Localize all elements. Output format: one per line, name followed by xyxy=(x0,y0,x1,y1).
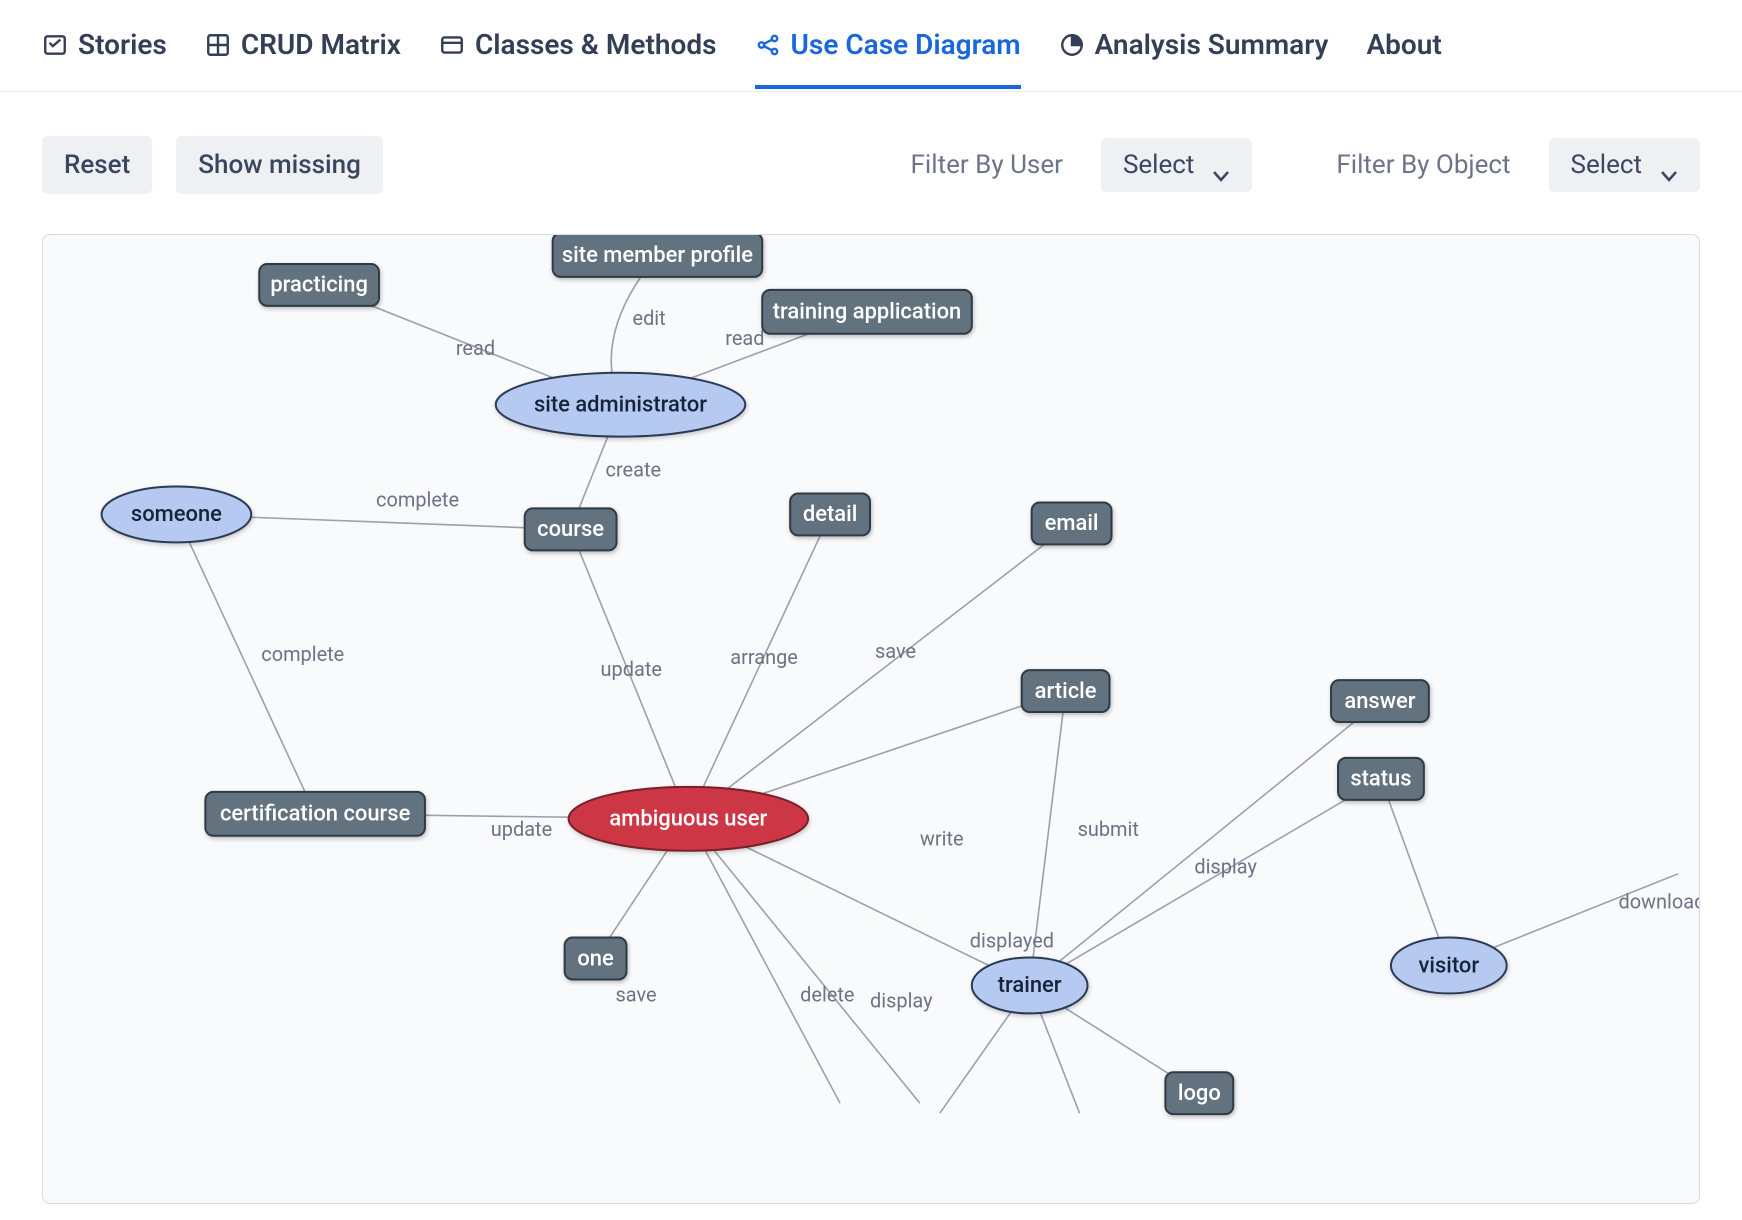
edge-label: read xyxy=(456,336,495,360)
svg-text:training application: training application xyxy=(773,300,962,325)
filter-object-select[interactable]: Select xyxy=(1549,138,1700,192)
object-node-one[interactable]: one xyxy=(565,938,627,980)
filter-object-label: Filter By Object xyxy=(1336,150,1510,180)
tab-label: CRUD Matrix xyxy=(241,28,401,61)
diagram-canvas[interactable]: practicing site member profile training ap… xyxy=(42,234,1700,1204)
tab-crud[interactable]: CRUD Matrix xyxy=(205,28,401,89)
tab-bar: Stories CRUD Matrix Classes & Methods xyxy=(0,0,1742,92)
tab-classes[interactable]: Classes & Methods xyxy=(439,28,717,89)
edge-label: submit xyxy=(1078,817,1139,841)
edge-label: download xyxy=(1618,890,1699,914)
svg-text:someone: someone xyxy=(131,502,222,527)
object-node-email[interactable]: email xyxy=(1032,502,1112,544)
svg-text:one: one xyxy=(577,946,614,971)
object-node-cert_course[interactable]: certification course xyxy=(205,792,425,836)
svg-text:email: email xyxy=(1045,511,1099,536)
reset-button[interactable]: Reset xyxy=(42,136,152,194)
svg-text:course: course xyxy=(537,517,604,542)
diagram-edge xyxy=(1030,701,1380,985)
show-missing-button[interactable]: Show missing xyxy=(176,136,383,194)
svg-text:certification course: certification course xyxy=(220,802,411,827)
svg-text:visitor: visitor xyxy=(1418,953,1479,978)
filter-user-select[interactable]: Select xyxy=(1101,138,1252,192)
tab-label: Use Case Diagram xyxy=(791,28,1021,61)
edge-label: read xyxy=(725,326,764,350)
svg-text:answer: answer xyxy=(1344,689,1415,714)
tab-label: About xyxy=(1366,28,1441,61)
object-node-training_app[interactable]: training application xyxy=(762,290,972,334)
window-icon xyxy=(439,32,465,58)
tab-summary[interactable]: Analysis Summary xyxy=(1059,28,1329,89)
chevron-down-icon xyxy=(1212,159,1230,171)
select-value: Select xyxy=(1571,150,1642,180)
edge-label: displayed xyxy=(970,929,1054,953)
actor-node-site_admin[interactable]: site administrator xyxy=(496,373,745,437)
actor-node-visitor[interactable]: visitor xyxy=(1391,938,1507,994)
chevron-down-icon xyxy=(1660,159,1678,171)
tab-usecase[interactable]: Use Case Diagram xyxy=(755,28,1021,89)
edge-label: complete xyxy=(376,487,459,511)
diagram-edge xyxy=(688,819,920,1103)
grid-icon xyxy=(205,32,231,58)
edge-label: complete xyxy=(261,642,344,666)
tab-label: Classes & Methods xyxy=(475,28,717,61)
edge-label: delete xyxy=(800,982,854,1006)
edge-label: display xyxy=(1194,855,1257,879)
tab-stories[interactable]: Stories xyxy=(42,28,167,89)
edge-label: create xyxy=(606,458,662,482)
diagram-edge xyxy=(688,819,840,1103)
edge-label: save xyxy=(616,982,657,1006)
svg-text:logo: logo xyxy=(1178,1081,1221,1106)
stories-icon xyxy=(42,32,68,58)
actor-node-ambiguous[interactable]: ambiguous user xyxy=(569,787,809,851)
edge-label: update xyxy=(601,657,662,681)
usecase-svg: practicing site member profile training ap… xyxy=(43,235,1699,1203)
object-node-site_member_profile[interactable]: site member profile xyxy=(553,235,763,277)
svg-text:practicing: practicing xyxy=(270,273,368,298)
edge-label: display xyxy=(870,988,933,1012)
tab-label: Analysis Summary xyxy=(1095,28,1329,61)
edge-label: save xyxy=(875,639,916,663)
edge-label: update xyxy=(491,817,552,841)
object-node-status[interactable]: status xyxy=(1338,758,1424,800)
actor-node-someone[interactable]: someone xyxy=(102,486,252,542)
pie-icon xyxy=(1059,32,1085,58)
share-icon xyxy=(755,32,781,58)
svg-text:trainer: trainer xyxy=(998,973,1062,998)
object-node-detail[interactable]: detail xyxy=(790,493,870,535)
select-value: Select xyxy=(1123,150,1194,180)
object-node-article[interactable]: article xyxy=(1022,670,1110,712)
svg-text:article: article xyxy=(1035,679,1097,704)
object-node-logo[interactable]: logo xyxy=(1165,1072,1233,1114)
diagram-edge xyxy=(1030,779,1381,986)
tab-label: Stories xyxy=(78,28,167,61)
toolbar: Reset Show missing Filter By User Select… xyxy=(0,92,1742,194)
actor-node-trainer[interactable]: trainer xyxy=(972,958,1088,1014)
edge-label: write xyxy=(920,827,964,851)
diagram-edge xyxy=(688,523,1071,818)
object-node-course[interactable]: course xyxy=(525,508,617,550)
edge-label: edit xyxy=(632,306,665,330)
svg-text:site member profile: site member profile xyxy=(562,243,753,268)
svg-text:detail: detail xyxy=(803,502,857,527)
filter-user-label: Filter By User xyxy=(911,150,1063,180)
edge-label: arrange xyxy=(730,645,798,669)
tab-about[interactable]: About xyxy=(1366,28,1441,89)
svg-text:ambiguous user: ambiguous user xyxy=(609,807,767,832)
svg-text:site administrator: site administrator xyxy=(534,392,707,417)
svg-text:status: status xyxy=(1350,767,1411,792)
object-node-practicing[interactable]: practicing xyxy=(259,264,379,306)
object-node-answer[interactable]: answer xyxy=(1331,680,1429,722)
